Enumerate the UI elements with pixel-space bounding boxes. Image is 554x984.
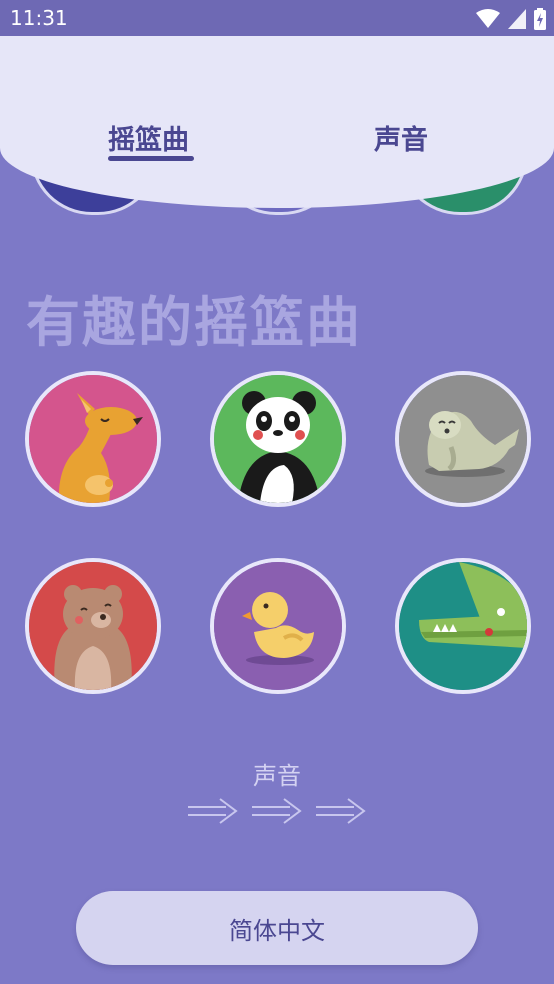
tab-lullaby[interactable]: 摇篮曲 [108,118,189,157]
seal-icon [399,375,527,503]
status-bar: 11:31 [0,0,554,36]
tab-sound[interactable]: 声音 [374,118,428,157]
status-time: 11:31 [10,6,68,30]
active-tab-indicator [108,156,194,161]
animal-button-duck[interactable] [210,558,346,694]
crocodile-icon [399,562,527,690]
section-title: 有趣的摇篮曲 [26,291,362,354]
double-arrow-icon [316,798,366,824]
double-arrow-icon [252,798,302,824]
kangaroo-icon [29,375,157,503]
animal-button-seal[interactable] [395,371,531,507]
animal-button-panda[interactable] [210,371,346,507]
wifi-icon [476,9,500,28]
signal-icon [508,9,526,29]
arrow-row [186,796,368,826]
battery-icon [534,8,546,30]
double-arrow-icon [188,798,238,824]
animal-button-kangaroo[interactable] [25,371,161,507]
animal-button-bear[interactable] [25,558,161,694]
sound-link[interactable]: 声音 [0,756,554,791]
tab-header: 摇篮曲 声音 [0,36,554,208]
panda-icon [214,375,342,503]
status-icons [476,8,546,30]
language-button[interactable]: 简体中文 [76,891,478,965]
animal-button-crocodile[interactable] [395,558,531,694]
language-button-label: 简体中文 [229,916,325,945]
duck-icon [214,562,342,690]
bear-icon [29,562,157,690]
